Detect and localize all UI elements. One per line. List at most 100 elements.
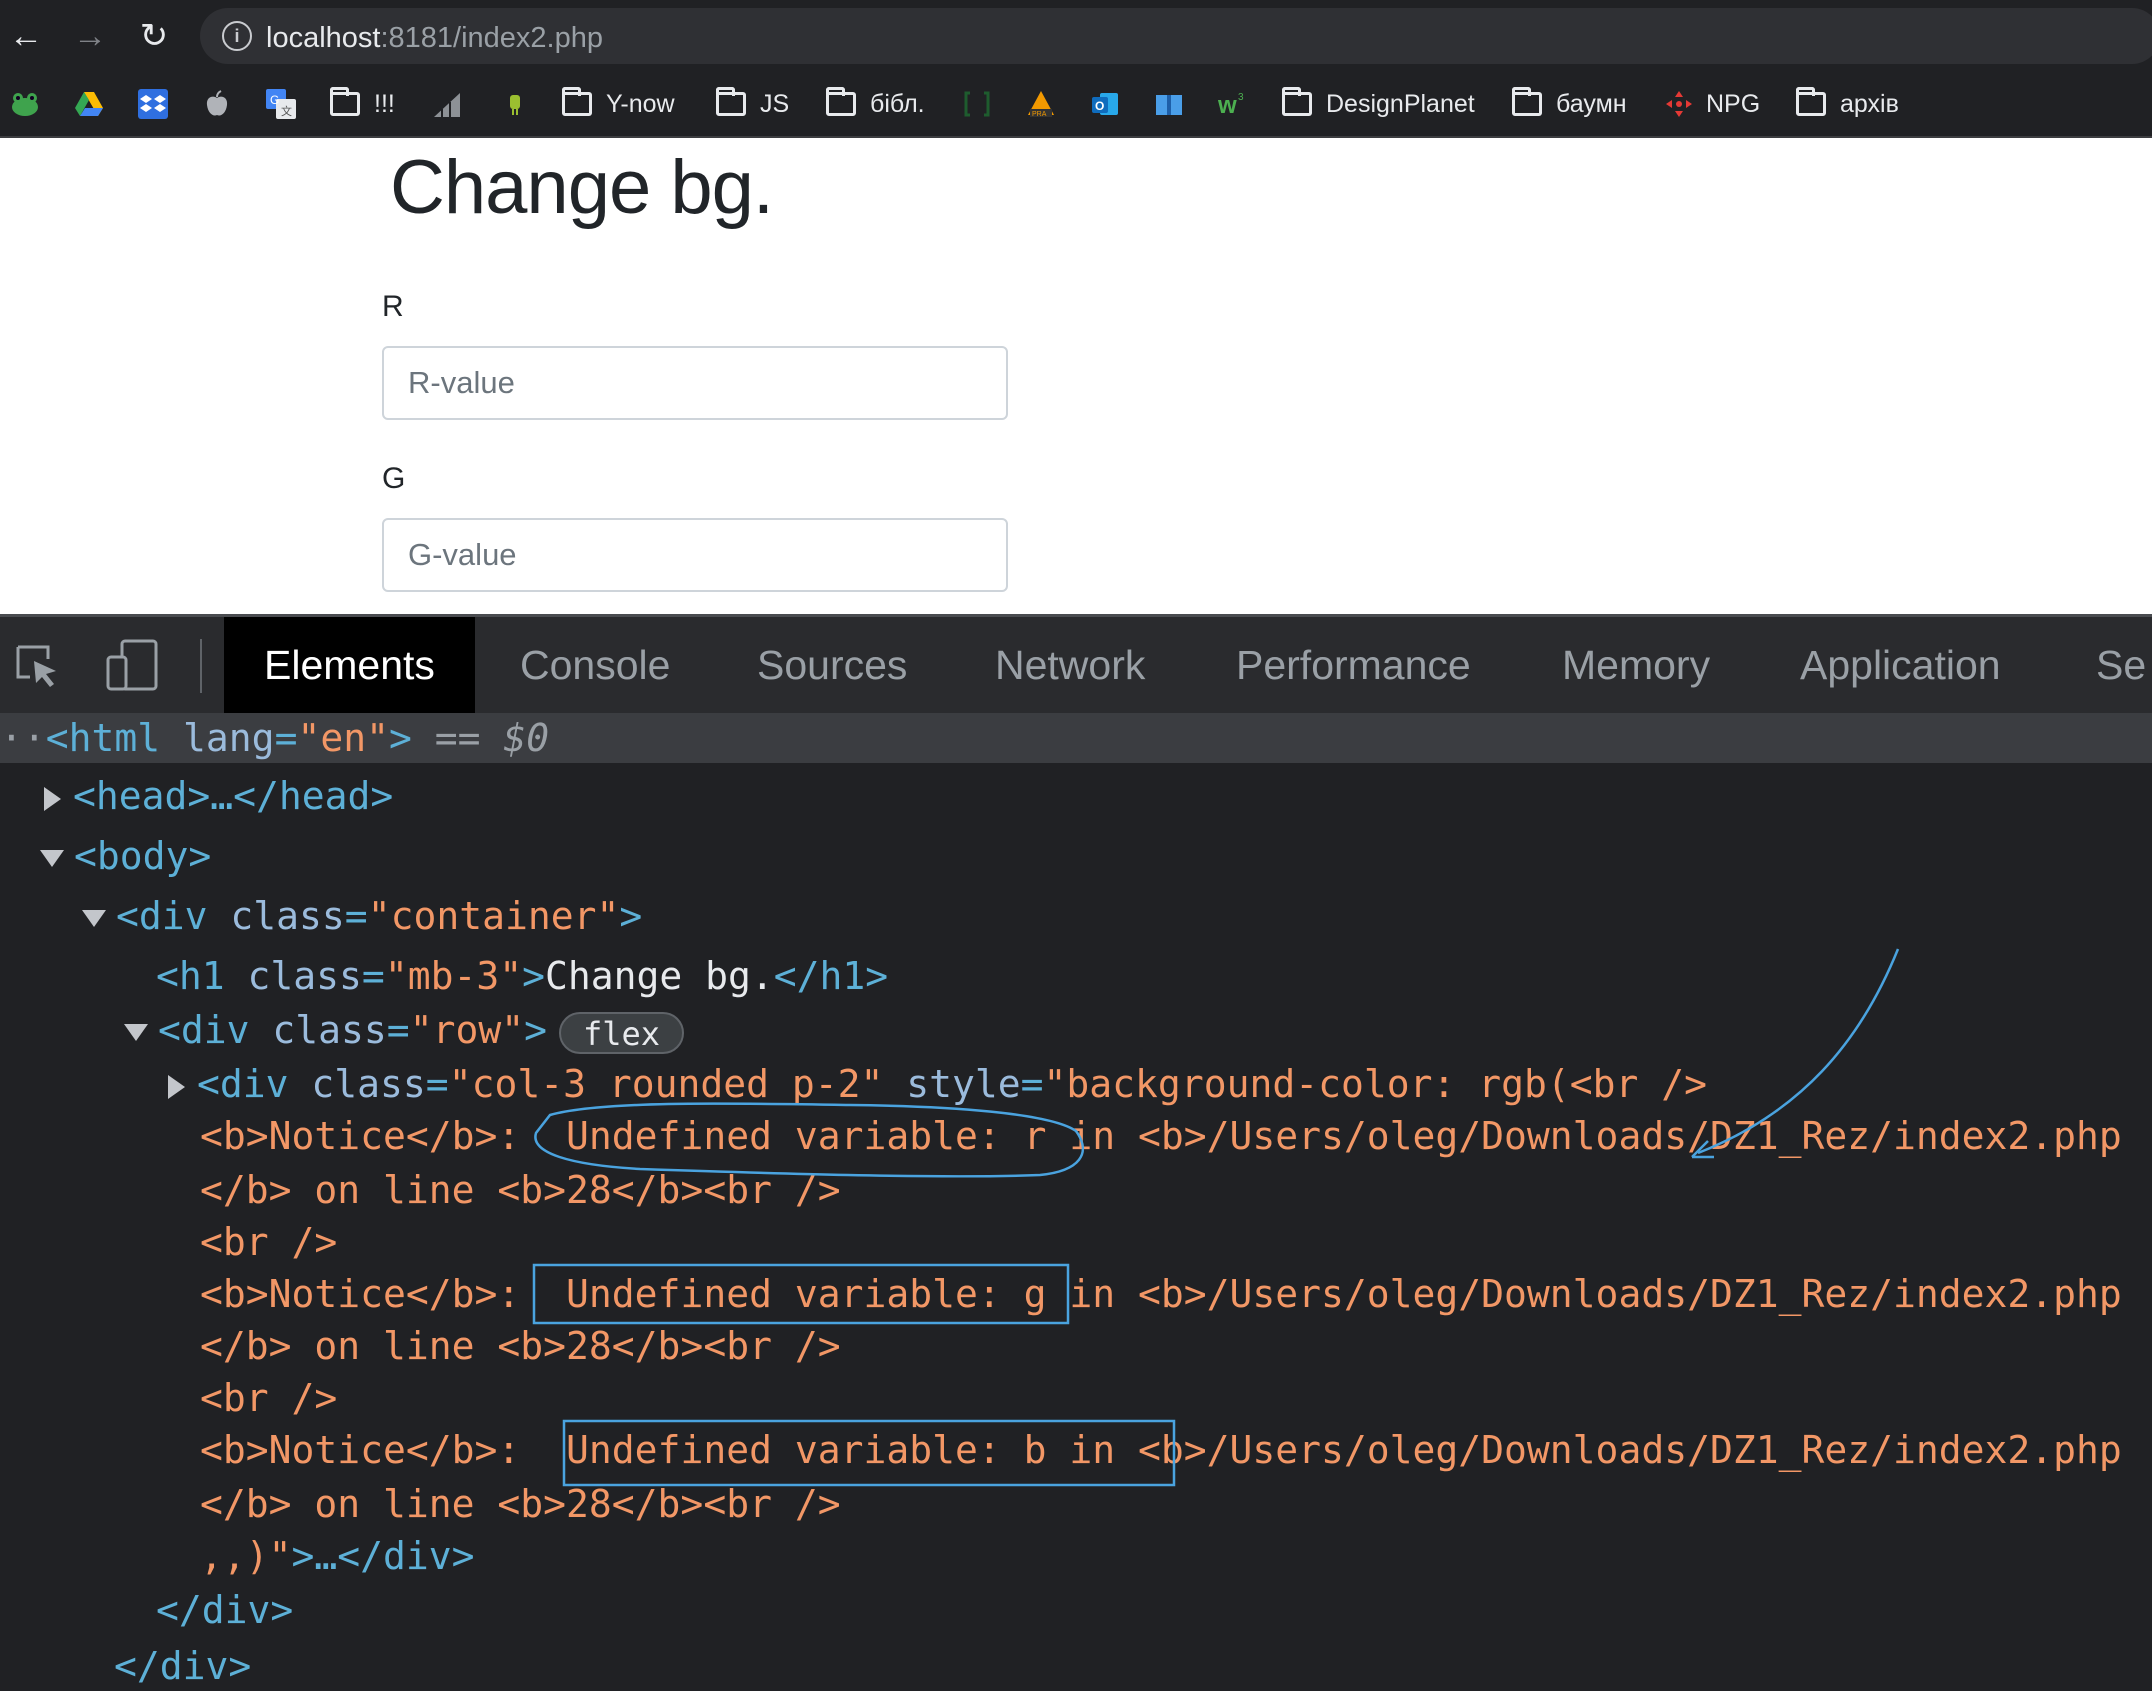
toolbar-divider [200, 639, 202, 693]
folder-icon [562, 87, 592, 116]
tab-memory[interactable]: Memory [1562, 617, 1710, 713]
dom-node-html[interactable]: ··<html lang="en"> == $0 [0, 713, 549, 763]
devtools-panel: Elements Console Sources Network Perform… [0, 614, 2152, 1691]
line-info: </b> on line <b>28</b><br /> [200, 1482, 841, 1526]
flex-badge[interactable]: flex [558, 1011, 685, 1054]
collapsed-children: >…</div> [291, 1534, 475, 1578]
tab-sources[interactable]: Sources [757, 617, 907, 713]
selected-marker: == $0 [434, 716, 550, 760]
site-info-icon[interactable]: i [222, 21, 252, 51]
attr-eq: = [425, 1062, 449, 1106]
url-path: :8181/index2.php [380, 22, 603, 54]
svg-text:文: 文 [281, 104, 292, 118]
expand-triangle-icon[interactable] [44, 786, 61, 811]
attr-eq: = [274, 716, 298, 760]
bookmark-folder-arkhiv[interactable]: архів [1796, 84, 1899, 124]
bookmark-google-translate[interactable]: G文 [266, 84, 296, 124]
notice-text: Undefined variable: b in <b>/Users/oleg/… [520, 1428, 2122, 1472]
attr-name: class [311, 1062, 426, 1106]
google-translate-icon: G文 [266, 89, 296, 119]
folder-icon [826, 87, 856, 116]
bookmark-chart[interactable] [432, 84, 462, 124]
page-title: Change bg. [390, 145, 774, 230]
bookmark-reader[interactable] [1154, 84, 1184, 124]
bookmark-android[interactable] [500, 84, 530, 124]
g-label: G [382, 462, 406, 495]
bookmark-pra[interactable]: PRA [1026, 84, 1056, 124]
line-info: </b> on line <b>28</b><br /> [200, 1324, 841, 1368]
attr-name: lang [183, 716, 275, 760]
bar-chart-icon [434, 93, 460, 117]
bookmark-brackets[interactable] [962, 84, 992, 124]
dom-node-head[interactable]: <head>…</head> [44, 771, 393, 821]
collapse-triangle-icon[interactable] [124, 1024, 148, 1041]
tag-close: > [522, 954, 545, 998]
folder-icon [330, 87, 360, 116]
bookmark-folder-bibl[interactable]: бібл. [826, 84, 925, 124]
bookmark-frog[interactable] [10, 84, 40, 124]
line-info: </b> on line <b>28</b><br /> [200, 1168, 841, 1212]
bookmark-folder-baumn[interactable]: баумн [1512, 84, 1627, 124]
notice-tag: <b>Notice</b>: [200, 1272, 521, 1316]
bookmark-label: !!! [374, 89, 395, 118]
bookmark-folder-designplanet[interactable]: DesignPlanet [1282, 84, 1475, 124]
bookmark-google-drive[interactable] [74, 84, 104, 124]
attr-value: "row" [409, 1008, 525, 1052]
tab-application[interactable]: Application [1800, 617, 2001, 713]
attr-eq: = [361, 954, 385, 998]
g-value-input[interactable] [382, 518, 1008, 592]
reload-button[interactable]: ↻ [130, 12, 178, 60]
svg-text:O: O [1095, 99, 1104, 113]
collapse-triangle-icon[interactable] [40, 850, 64, 867]
address-bar[interactable]: i localhost:8181/index2.php [200, 8, 2152, 64]
bookmark-folder-ynow[interactable]: Y-now [562, 84, 675, 124]
dropbox-icon [138, 89, 168, 119]
bookmark-folder-js[interactable]: JS [716, 84, 789, 124]
head-tag: <head>…</head> [73, 774, 394, 818]
br-line: <br /> [200, 1220, 338, 1264]
bookmark-folder-excl[interactable]: !!! [330, 84, 395, 124]
outlook-icon: O [1092, 93, 1118, 115]
bookmark-dropbox[interactable] [138, 84, 168, 124]
notice-r-line: <b>Notice</b>: Undefined variable: r in … [200, 1111, 2122, 1161]
bookmark-outlook[interactable]: O [1090, 84, 1120, 124]
book-icon [1156, 95, 1182, 115]
r-value-input[interactable] [382, 346, 1008, 420]
bookmark-label: бібл. [870, 89, 925, 118]
tag-open: <div [116, 894, 208, 938]
forward-button[interactable]: → [66, 12, 114, 60]
bookmark-label: архів [1840, 89, 1899, 118]
notice-tag: <b>Notice</b>: [200, 1114, 521, 1158]
brackets-icon [964, 91, 990, 117]
dom-node-col[interactable]: <div class="col-3 rounded p-2" style="ba… [168, 1059, 1707, 1109]
browser-toolbar: ← → ↻ i localhost:8181/index2.php [0, 0, 2152, 72]
tag-close: > [524, 1008, 547, 1052]
inspect-element-icon[interactable] [14, 643, 60, 689]
svg-text:3: 3 [1238, 92, 1244, 103]
back-button[interactable]: ← [2, 12, 50, 60]
tab-performance[interactable]: Performance [1236, 617, 1471, 713]
url-host: localhost [266, 22, 381, 54]
collapse-triangle-icon[interactable] [82, 910, 106, 927]
bookmark-apple[interactable] [202, 84, 232, 124]
tab-network[interactable]: Network [995, 617, 1145, 713]
notice-b-line: <b>Notice</b>: Undefined variable: b in … [200, 1425, 2122, 1475]
tab-console[interactable]: Console [520, 617, 670, 713]
folder-icon [1282, 87, 1312, 116]
tab-elements[interactable]: Elements [224, 617, 475, 713]
expand-triangle-icon[interactable] [168, 1074, 185, 1099]
tab-security[interactable]: Se [2096, 617, 2146, 713]
dom-node-h1[interactable]: <h1 class="mb-3">Change bg.</h1> [156, 951, 888, 1001]
bookmark-w3[interactable]: w3 [1218, 84, 1248, 124]
bookmark-npg[interactable]: NPG [1664, 84, 1760, 124]
row-close-tag: </div> [156, 1588, 294, 1632]
dom-node-container[interactable]: <div class="container"> [82, 891, 642, 941]
device-toolbar-icon[interactable] [106, 639, 160, 693]
apple-icon [206, 90, 228, 116]
devtools-toolbar: Elements Console Sources Network Perform… [0, 617, 2152, 713]
dom-node-body[interactable]: <body> [40, 831, 211, 881]
tag-close: > [619, 894, 643, 938]
dom-node-row[interactable]: <div class="row"> flex [124, 1005, 685, 1055]
container-close-tag: </div> [114, 1644, 252, 1688]
url-text[interactable]: localhost:8181/index2.php [266, 22, 603, 55]
